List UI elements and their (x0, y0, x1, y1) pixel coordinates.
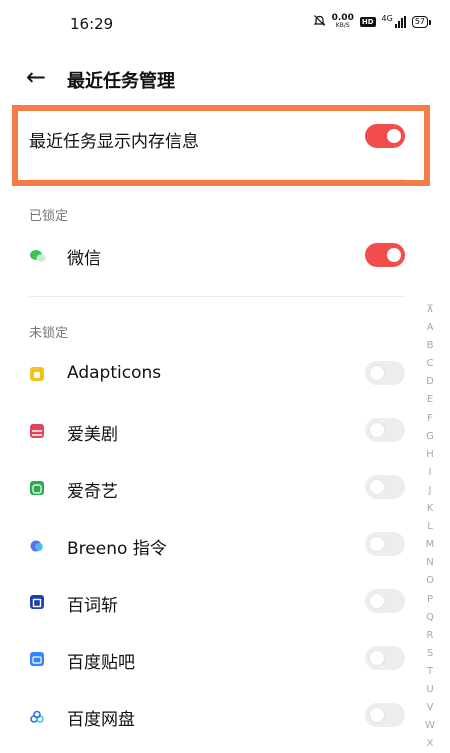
list-item-wechat: 微信 (0, 235, 450, 275)
app-label: Adapticons (67, 363, 162, 383)
lock-toggle-tieba[interactable] (365, 646, 405, 670)
app-label: 百词斩 (67, 596, 118, 616)
index-top-icon[interactable]: ⊼ (426, 301, 433, 319)
index-letter[interactable]: G (426, 428, 434, 446)
unlocked-section-heading: 未锁定 (29, 326, 69, 341)
index-letter[interactable]: H (426, 446, 434, 464)
toggle-knob (369, 422, 385, 438)
index-letter[interactable]: N (426, 554, 433, 572)
index-letter[interactable]: U (426, 681, 433, 699)
net-speed-unit: KB/S (335, 22, 350, 29)
app-label: Breeno 指令 (67, 539, 167, 559)
list-item-adapticons: Adapticons (0, 354, 450, 394)
index-letter[interactable]: W (425, 717, 435, 735)
status-time: 16:29 (70, 15, 114, 33)
index-letter[interactable]: T (427, 663, 433, 681)
net-speed: 0.00 KB/S (332, 14, 354, 30)
list-item-tieba: 百度贴吧 (0, 639, 450, 679)
breeno-icon (30, 538, 44, 552)
toggle-knob (369, 365, 385, 381)
list-item-iqiyi: 爱奇艺 (0, 468, 450, 508)
index-letter[interactable]: X (427, 735, 434, 753)
lock-toggle-iqiyi[interactable] (365, 475, 405, 499)
index-letter[interactable]: M (426, 536, 435, 554)
index-letter[interactable]: R (427, 627, 434, 645)
index-letter[interactable]: J (429, 482, 432, 500)
aimeiju-icon (30, 424, 44, 438)
index-letter[interactable]: S (427, 645, 433, 663)
baicizhan-icon (30, 595, 44, 609)
toggle-knob (387, 129, 401, 143)
index-letter[interactable]: P (427, 591, 433, 609)
locked-section-heading: 已锁定 (29, 209, 69, 224)
baidu-netdisk-icon (30, 709, 44, 723)
lock-toggle-baicizhan[interactable] (365, 589, 405, 613)
toggle-knob (369, 593, 385, 609)
index-letter[interactable]: D (426, 373, 434, 391)
index-letter[interactable]: L (427, 518, 433, 536)
lock-toggle-breeno[interactable] (365, 532, 405, 556)
index-letter[interactable]: O (426, 572, 434, 590)
lock-toggle-wechat[interactable] (365, 243, 405, 267)
toggle-knob (369, 707, 385, 723)
toggle-knob (369, 536, 385, 552)
status-bar: 16:29 0.00 KB/S HD 4G 57 (0, 0, 450, 48)
lock-toggle-adapticons[interactable] (365, 361, 405, 385)
list-item-baidu-netdisk: 百度网盘 (0, 696, 450, 736)
index-letter[interactable]: B (427, 337, 434, 355)
index-letter[interactable]: K (427, 500, 434, 518)
divider (29, 296, 405, 297)
divider (29, 179, 405, 180)
net-speed-value: 0.00 (331, 13, 354, 23)
index-letter[interactable]: Q (426, 609, 434, 627)
header: ← 最近任务管理 (0, 58, 450, 98)
list-item-baicizhan: 百词斩 (0, 582, 450, 622)
list-item-aimeiju: 爱美剧 (0, 411, 450, 451)
index-letter[interactable]: E (427, 391, 433, 409)
page-title: 最近任务管理 (67, 71, 175, 92)
toggle-knob (369, 650, 385, 666)
tieba-icon (30, 652, 44, 666)
lock-toggle-aimeiju[interactable] (365, 418, 405, 442)
list-item-breeno: Breeno 指令 (0, 525, 450, 565)
app-label: 微信 (67, 249, 101, 269)
index-letter[interactable]: I (429, 464, 432, 482)
iqiyi-icon (30, 481, 44, 495)
index-letter[interactable]: V (427, 699, 434, 717)
back-arrow-icon[interactable]: ← (26, 58, 46, 96)
index-letter[interactable]: C (427, 355, 434, 373)
index-letter[interactable]: A (427, 319, 434, 337)
battery-icon: 57 (411, 16, 432, 28)
toggle-knob (387, 248, 401, 262)
mute-bell-icon (313, 14, 326, 30)
toggle-knob (369, 479, 385, 495)
index-letter[interactable]: F (427, 410, 433, 428)
status-icons: 0.00 KB/S HD 4G 57 (313, 14, 432, 30)
app-label: 爱奇艺 (67, 482, 118, 502)
signal-icon (394, 16, 406, 28)
alphabet-index[interactable]: ⊼ A B C D E F G H I J K L M N O P Q R S T U V W X (423, 301, 437, 753)
app-label: 爱美剧 (67, 425, 118, 445)
wechat-icon (30, 248, 46, 262)
app-label: 百度网盘 (67, 710, 135, 730)
memory-info-label: 最近任务显示内存信息 (29, 132, 199, 152)
lock-toggle-baidu-netdisk[interactable] (365, 703, 405, 727)
app-label: 百度贴吧 (67, 653, 135, 673)
memory-info-toggle[interactable] (365, 124, 405, 148)
hd-badge: HD (359, 17, 376, 27)
adapticons-icon (30, 367, 44, 381)
network-type: 4G (381, 14, 393, 23)
